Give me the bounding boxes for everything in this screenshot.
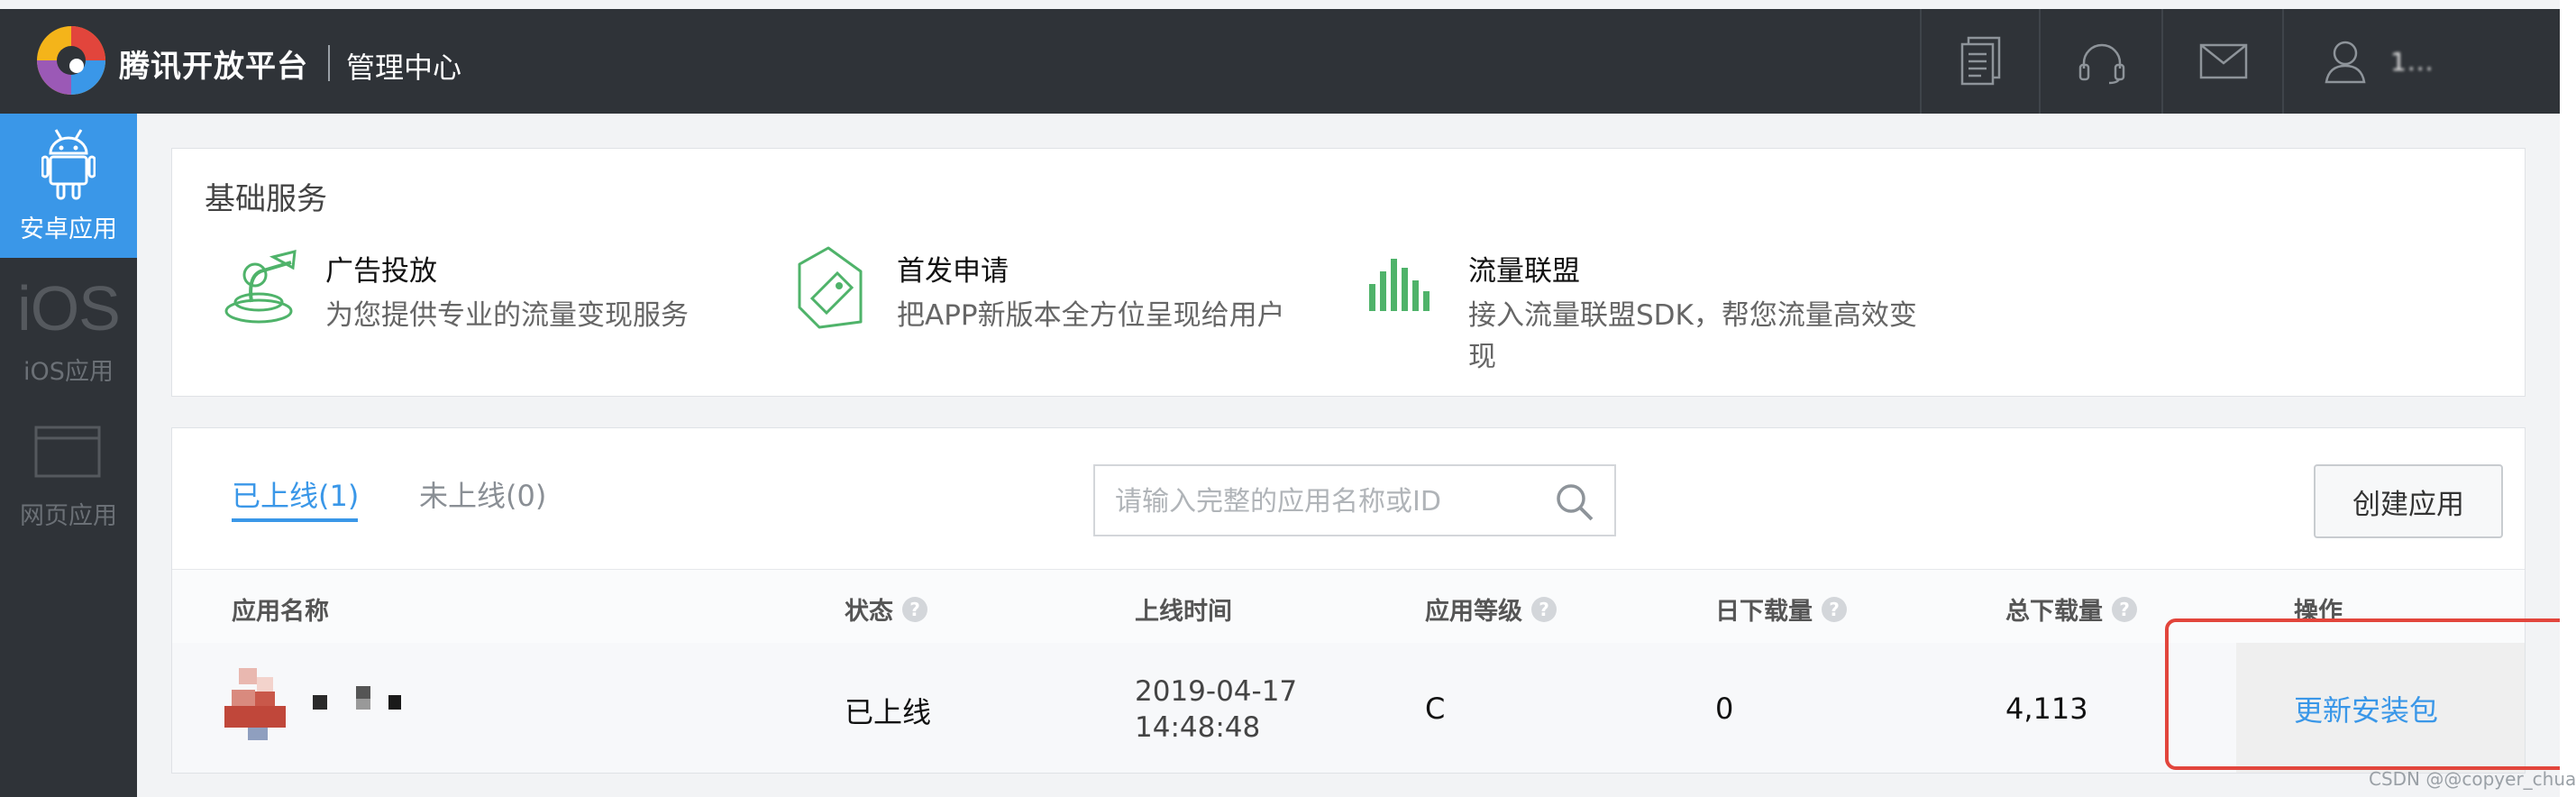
- column-header: 状态?: [845, 591, 927, 627]
- sidebar-item-web-apps[interactable]: 网页应用: [0, 402, 137, 546]
- sidebar-item-ios-apps[interactable]: iOS iOS应用: [0, 258, 137, 402]
- service-description: 为您提供专业的流量变现服务: [325, 299, 689, 332]
- column-header-label: 应用等级: [1425, 598, 1522, 626]
- column-header: 应用等级?: [1425, 591, 1557, 627]
- online-time: 2019-04-17 14:48:48: [1135, 673, 1297, 746]
- sidebar-item-label: 网页应用: [20, 502, 117, 530]
- online-date: 2019-04-17: [1135, 675, 1298, 708]
- bar-chart-icon: [1369, 259, 1430, 311]
- search-icon[interactable]: [1555, 482, 1594, 522]
- mail-icon: [2199, 43, 2248, 79]
- column-header-label: 总下载量: [2005, 598, 2103, 626]
- sidebar-item-label: 安卓应用: [20, 215, 117, 243]
- column-header: 总下载量?: [2005, 591, 2137, 627]
- search-input[interactable]: [1113, 481, 1549, 522]
- tencent-logo: [37, 26, 105, 95]
- column-header-label: 上线时间: [1135, 598, 1232, 626]
- help-icon[interactable]: ?: [1822, 596, 1847, 622]
- daily-downloads: 0: [1715, 692, 1734, 726]
- document-icon: [1960, 36, 2001, 86]
- search-box: [1093, 464, 1616, 536]
- section-title: 基础服务: [205, 181, 327, 217]
- active-tab-indicator: [232, 518, 358, 522]
- help-icon[interactable]: ?: [902, 596, 927, 622]
- ios-icon: iOS: [17, 273, 121, 344]
- service-description: 把APP新版本全方位呈现给用户: [897, 299, 1285, 332]
- console-title[interactable]: 管理中心: [346, 45, 461, 87]
- online-clock: 14:48:48: [1135, 711, 1261, 744]
- basic-services-panel: 基础服务 广告投放 为您提供专业的流量变现服务 首发申请 把APP新版本全方位呈…: [171, 148, 2526, 397]
- brand-divider: [328, 45, 330, 81]
- username: 1...: [2390, 46, 2434, 77]
- app-level: C: [1425, 692, 1446, 726]
- user-icon: [2325, 41, 2366, 84]
- service-name: 首发申请: [897, 255, 1009, 288]
- android-icon: [41, 129, 96, 200]
- sidebar-item-android-apps[interactable]: 安卓应用: [0, 114, 137, 258]
- watermark: CSDN @@copyer_chuan: [2369, 768, 2576, 790]
- ad-placement-icon: [224, 250, 297, 324]
- customer-service-button[interactable]: [2039, 9, 2163, 114]
- column-header: 上线时间: [1135, 591, 1232, 627]
- app-status: 已上线: [845, 695, 932, 729]
- messages-button[interactable]: [2161, 9, 2284, 114]
- total-downloads: 4,113: [2005, 692, 2088, 726]
- app-type-sidebar: 安卓应用 iOS iOS应用 网页应用: [0, 114, 137, 797]
- help-icon[interactable]: ?: [2112, 596, 2137, 622]
- documents-button[interactable]: [1920, 9, 2041, 114]
- highlight-annotation: [2165, 618, 2576, 770]
- column-header: 应用名称: [232, 591, 329, 627]
- column-header-label: 应用名称: [232, 598, 329, 626]
- page-background: 腾讯开放平台 管理中心 1... 安卓应用 iOS iOS应用 网页应用 基础服…: [0, 0, 2576, 797]
- tag-icon: [798, 246, 863, 329]
- user-account-menu[interactable]: 1...: [2282, 9, 2560, 114]
- headset-icon: [2078, 43, 2125, 85]
- brand-name[interactable]: 腾讯开放平台: [119, 41, 308, 86]
- sidebar-item-label: iOS应用: [23, 358, 114, 386]
- create-app-button[interactable]: 创建应用: [2314, 464, 2503, 538]
- service-name: 广告投放: [325, 255, 437, 288]
- tab-offline-apps[interactable]: 未上线(0): [419, 473, 546, 515]
- app-icon-redacted: [224, 668, 401, 740]
- column-header-label: 状态: [845, 598, 893, 626]
- service-name: 流量联盟: [1468, 255, 1580, 288]
- page-edge: [2560, 0, 2576, 797]
- help-icon[interactable]: ?: [1531, 596, 1557, 622]
- column-header-label: 日下载量: [1715, 598, 1813, 626]
- top-navigation-bar: 腾讯开放平台 管理中心 1...: [0, 9, 2560, 114]
- service-description: 接入流量联盟SDK，帮您流量高效变现: [1468, 299, 1917, 373]
- webpage-icon: [34, 426, 101, 478]
- column-header: 日下载量?: [1715, 591, 1847, 627]
- tab-online-apps[interactable]: 已上线(1): [232, 473, 359, 515]
